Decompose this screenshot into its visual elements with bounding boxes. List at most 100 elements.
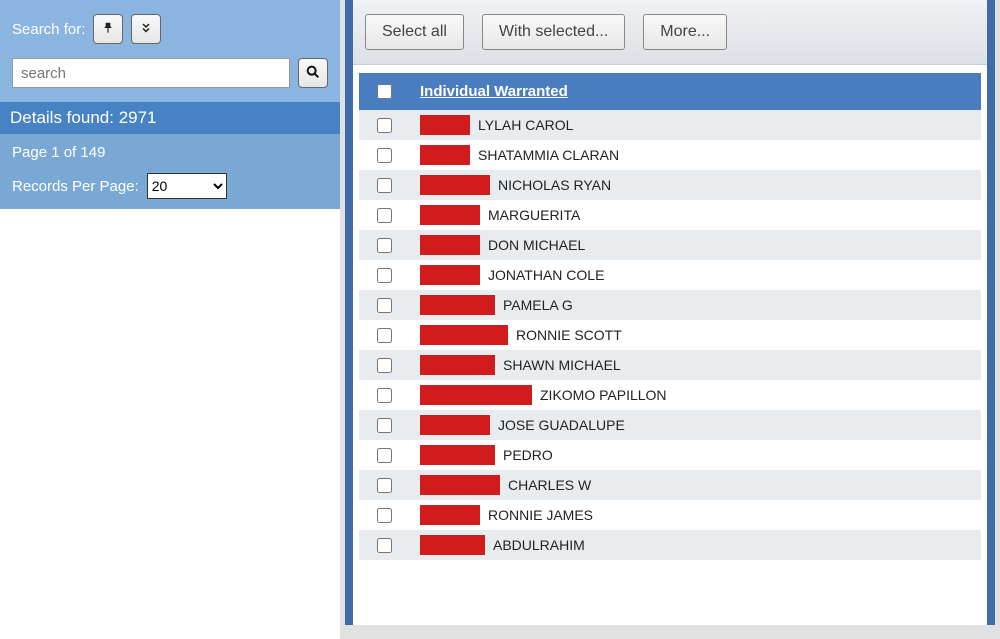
- more-button[interactable]: More...: [643, 14, 727, 50]
- individual-name: LYLAH CAROL: [478, 117, 573, 133]
- redacted-block: [420, 295, 495, 315]
- pin-button[interactable]: [93, 14, 123, 44]
- redacted-block: [420, 505, 480, 525]
- redacted-block: [420, 145, 470, 165]
- table-row[interactable]: PAMELA G: [359, 290, 981, 320]
- details-found-label: Details found:: [10, 108, 119, 127]
- row-checkbox[interactable]: [377, 358, 392, 373]
- name-cell: PEDRO: [420, 445, 553, 465]
- pin-icon: [101, 21, 115, 38]
- table-row[interactable]: RONNIE SCOTT: [359, 320, 981, 350]
- redacted-block: [420, 205, 480, 225]
- column-header-individual[interactable]: Individual Warranted: [420, 83, 568, 100]
- redacted-block: [420, 265, 480, 285]
- page-info: Page 1 of 149: [12, 144, 328, 161]
- name-cell: JONATHAN COLE: [420, 265, 604, 285]
- name-cell: JOSE GUADALUPE: [420, 415, 625, 435]
- records-per-page-row: Records Per Page: 20: [12, 173, 328, 199]
- individual-name: SHAWN MICHAEL: [503, 357, 621, 373]
- redacted-block: [420, 175, 490, 195]
- redacted-block: [420, 475, 500, 495]
- row-checkbox[interactable]: [377, 388, 392, 403]
- redacted-block: [420, 535, 485, 555]
- row-checkbox[interactable]: [377, 268, 392, 283]
- toolbar: Select all With selected... More...: [353, 0, 987, 65]
- individual-name: JOSE GUADALUPE: [498, 417, 625, 433]
- main-panel: Select all With selected... More... Indi…: [340, 0, 1000, 625]
- row-checkbox[interactable]: [377, 418, 392, 433]
- table-row[interactable]: NICHOLAS RYAN: [359, 170, 981, 200]
- name-cell: ZIKOMO PAPILLON: [420, 385, 667, 405]
- table-row[interactable]: ZIKOMO PAPILLON: [359, 380, 981, 410]
- name-cell: LYLAH CAROL: [420, 115, 573, 135]
- pagination-section: Page 1 of 149 Records Per Page: 20: [0, 134, 340, 209]
- name-cell: MARGUERITA: [420, 205, 580, 225]
- row-checkbox[interactable]: [377, 298, 392, 313]
- individual-name: SHATAMMIA CLARAN: [478, 147, 619, 163]
- name-cell: RONNIE SCOTT: [420, 325, 622, 345]
- sidebar: Search for: Details found: 2971: [0, 0, 340, 625]
- table-row[interactable]: DON MICHAEL: [359, 230, 981, 260]
- chevron-double-down-icon: [140, 21, 152, 37]
- search-input[interactable]: [12, 58, 290, 88]
- redacted-block: [420, 325, 508, 345]
- row-checkbox[interactable]: [377, 208, 392, 223]
- records-per-page-label: Records Per Page:: [12, 178, 139, 195]
- records-per-page-select[interactable]: 20: [147, 173, 227, 199]
- redacted-block: [420, 415, 490, 435]
- row-checkbox[interactable]: [377, 448, 392, 463]
- details-found-count: 2971: [119, 108, 157, 127]
- row-checkbox[interactable]: [377, 508, 392, 523]
- table-row[interactable]: PEDRO: [359, 440, 981, 470]
- individual-name: JONATHAN COLE: [488, 267, 604, 283]
- table-header: Individual Warranted: [359, 73, 981, 110]
- table-row[interactable]: JONATHAN COLE: [359, 260, 981, 290]
- name-cell: CHARLES W: [420, 475, 591, 495]
- row-checkbox[interactable]: [377, 538, 392, 553]
- redacted-block: [420, 235, 480, 255]
- individual-name: PEDRO: [503, 447, 553, 463]
- row-checkbox[interactable]: [377, 328, 392, 343]
- table-row[interactable]: ABDULRAHIM: [359, 530, 981, 560]
- row-checkbox[interactable]: [377, 178, 392, 193]
- redacted-block: [420, 355, 495, 375]
- table-row[interactable]: SHAWN MICHAEL: [359, 350, 981, 380]
- row-checkbox[interactable]: [377, 478, 392, 493]
- name-cell: SHATAMMIA CLARAN: [420, 145, 619, 165]
- name-cell: PAMELA G: [420, 295, 573, 315]
- row-checkbox[interactable]: [377, 118, 392, 133]
- individual-name: DON MICHAEL: [488, 237, 585, 253]
- individual-name: RONNIE SCOTT: [516, 327, 622, 343]
- expand-button[interactable]: [131, 14, 161, 44]
- individual-name: PAMELA G: [503, 297, 573, 313]
- with-selected-button[interactable]: With selected...: [482, 14, 625, 50]
- individual-name: ZIKOMO PAPILLON: [540, 387, 667, 403]
- table-row[interactable]: LYLAH CAROL: [359, 110, 981, 140]
- name-cell: RONNIE JAMES: [420, 505, 593, 525]
- sidebar-spacer: [0, 209, 340, 639]
- table-wrap: Individual Warranted LYLAH CAROL SHATAMMI…: [353, 65, 987, 568]
- search-button[interactable]: [298, 58, 328, 88]
- table-row[interactable]: RONNIE JAMES: [359, 500, 981, 530]
- main-border: Select all With selected... More... Indi…: [345, 0, 995, 625]
- table-body: LYLAH CAROL SHATAMMIA CLARAN NICHOLAS RYAN…: [359, 110, 981, 560]
- row-checkbox[interactable]: [377, 238, 392, 253]
- name-cell: NICHOLAS RYAN: [420, 175, 611, 195]
- individual-name: RONNIE JAMES: [488, 507, 593, 523]
- individual-name: ABDULRAHIM: [493, 537, 585, 553]
- redacted-block: [420, 115, 470, 135]
- table-row[interactable]: SHATAMMIA CLARAN: [359, 140, 981, 170]
- individual-name: NICHOLAS RYAN: [498, 177, 611, 193]
- name-cell: DON MICHAEL: [420, 235, 585, 255]
- select-all-checkbox[interactable]: [377, 84, 392, 99]
- individual-name: MARGUERITA: [488, 207, 580, 223]
- table-row[interactable]: MARGUERITA: [359, 200, 981, 230]
- table-row[interactable]: CHARLES W: [359, 470, 981, 500]
- select-all-button[interactable]: Select all: [365, 14, 464, 50]
- name-cell: ABDULRAHIM: [420, 535, 585, 555]
- details-found-bar: Details found: 2971: [0, 102, 340, 134]
- search-icon: [305, 64, 321, 83]
- redacted-block: [420, 445, 495, 465]
- table-row[interactable]: JOSE GUADALUPE: [359, 410, 981, 440]
- row-checkbox[interactable]: [377, 148, 392, 163]
